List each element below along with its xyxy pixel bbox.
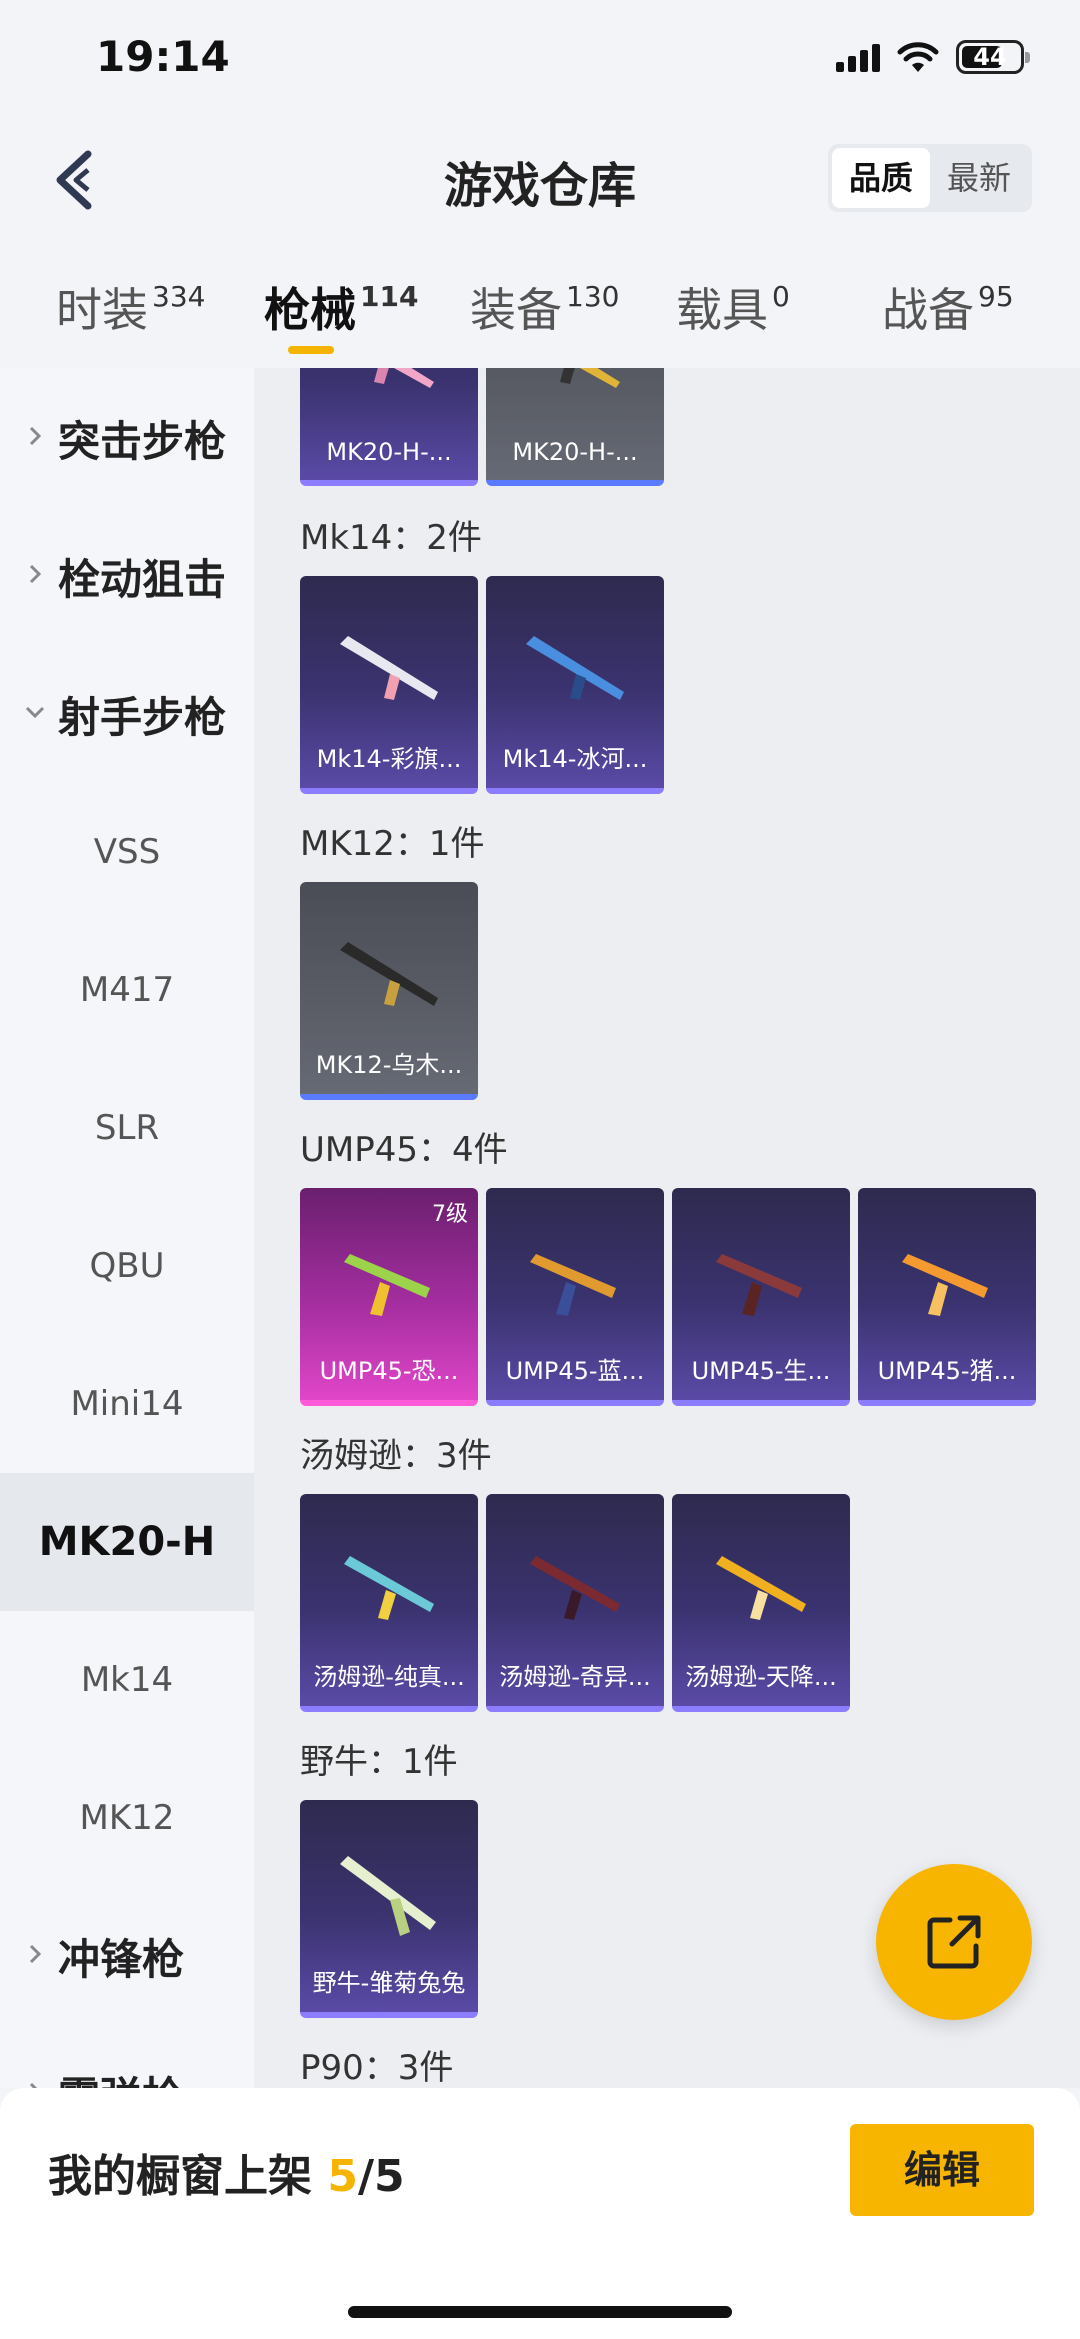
gun-image-icon — [530, 1556, 620, 1620]
sidebar-group-smg[interactable]: 冲锋枪 — [0, 1887, 254, 2025]
item-name: Mk14-冰河... — [502, 745, 648, 773]
status-bar: 19:14 44 — [0, 0, 1080, 120]
gun-image-icon — [340, 942, 438, 1006]
sidebar-item-slr[interactable]: SLR — [0, 1059, 254, 1197]
tab-count: 95 — [978, 280, 1014, 313]
item-name: UMP45-蓝... — [505, 1357, 645, 1385]
showcase-status: 我的橱窗上架 5/5 — [48, 2151, 405, 2202]
item-card[interactable]: Mk14-冰河... — [486, 576, 664, 794]
chevron-right-icon — [29, 2082, 38, 2088]
item-level-badge: 7级 — [432, 1202, 468, 1227]
item-name: MK20-H-... — [512, 438, 638, 466]
status-time: 19:14 — [96, 32, 230, 81]
item-name: UMP45-恐... — [319, 1357, 459, 1385]
signal-icon — [836, 42, 880, 72]
chevron-right-icon — [29, 426, 42, 446]
section-label-mk12: MK12：1件 — [300, 824, 485, 864]
item-name: 野牛-雏菊兔兔 — [312, 1969, 466, 1997]
item-card[interactable]: 野牛-雏菊兔兔 — [300, 1800, 478, 2018]
sidebar-item-m417[interactable]: M417 — [0, 921, 254, 1059]
item-card[interactable]: Mk14-彩旗... — [300, 576, 478, 794]
section-label-p90: P90：3件 — [300, 2048, 454, 2088]
wifi-icon — [897, 42, 939, 72]
item-card[interactable]: UMP45-蓝... — [486, 1188, 664, 1406]
gun-image-icon — [344, 1254, 430, 1316]
item-name: UMP45-生... — [691, 1357, 831, 1385]
gun-image-icon — [902, 1254, 988, 1316]
gun-image-icon — [340, 636, 438, 700]
item-list: MK20-H-... MK20-H-... Mk14：2件 Mk14-彩旗...… — [254, 368, 1080, 2088]
category-tabs: 时装 334 枪械 114 装备 130 载具 0 战备 95 — [0, 260, 1080, 368]
sort-toggle: 品质 最新 — [828, 144, 1032, 212]
tab-vehicles[interactable]: 载具 0 — [676, 274, 790, 340]
gun-image-icon — [716, 1556, 806, 1620]
tab-fashion[interactable]: 时装 334 — [56, 274, 205, 340]
sidebar: 突击步枪 栓动狙击 射手步枪 VSS M417 SLR QBU Mini14 M… — [0, 368, 254, 2088]
gun-image-icon — [526, 636, 624, 700]
battery-level: 44 — [973, 43, 1007, 71]
item-card[interactable]: MK20-H-... — [300, 368, 478, 486]
section-label-thompson: 汤姆逊：3件 — [300, 1436, 492, 1476]
tab-count: 0 — [772, 280, 790, 313]
item-name: MK20-H-... — [326, 438, 452, 466]
battery-icon: 44 — [956, 40, 1030, 74]
item-name: 汤姆逊-奇异... — [499, 1663, 651, 1691]
item-card[interactable]: 汤姆逊-纯真... — [300, 1494, 478, 1712]
sort-quality-button[interactable]: 品质 — [832, 148, 930, 208]
item-name: 汤姆逊-纯真... — [313, 1663, 465, 1691]
item-name: 汤姆逊-天降... — [685, 1663, 837, 1691]
sort-newest-button[interactable]: 最新 — [930, 148, 1028, 208]
tab-count: 114 — [360, 280, 419, 313]
item-name: MK12-乌木... — [315, 1051, 463, 1079]
sidebar-item-mk20h[interactable]: MK20-H — [0, 1473, 254, 1611]
chevron-right-icon — [29, 564, 42, 584]
item-name: UMP45-猪... — [877, 1357, 1017, 1385]
sidebar-group-marksman-rifle[interactable]: 射手步枪 — [0, 645, 254, 783]
item-card[interactable]: UMP45-生... — [672, 1188, 850, 1406]
showcase-count: 5 — [327, 2151, 358, 2202]
edit-button[interactable]: 编辑 — [850, 2124, 1034, 2216]
home-indicator — [348, 2306, 732, 2318]
tab-guns[interactable]: 枪械 114 — [264, 274, 418, 340]
tab-supplies[interactable]: 战备 95 — [882, 274, 1014, 340]
gun-image-icon — [374, 368, 434, 388]
status-icons: 44 — [836, 40, 1030, 74]
sidebar-group-shotgun[interactable]: 霰弹枪 — [0, 2025, 254, 2088]
sidebar-item-vss[interactable]: VSS — [0, 783, 254, 921]
item-card[interactable]: 汤姆逊-奇异... — [486, 1494, 664, 1712]
item-card[interactable]: MK20-H-... — [486, 368, 664, 486]
chevron-right-icon — [29, 1944, 42, 1964]
item-card[interactable]: MK12-乌木... — [300, 882, 478, 1100]
item-card[interactable]: UMP45-猪... — [858, 1188, 1036, 1406]
item-card[interactable]: 7级 UMP45-恐... — [300, 1188, 478, 1406]
gun-image-icon — [716, 1254, 802, 1316]
gun-image-icon — [344, 1556, 434, 1620]
gun-image-icon — [560, 368, 620, 388]
tab-count: 130 — [566, 280, 620, 313]
item-name: Mk14-彩旗... — [316, 745, 462, 773]
sidebar-group-assault-rifle[interactable]: 突击步枪 — [0, 369, 254, 507]
sidebar-group-bolt-sniper[interactable]: 栓动狙击 — [0, 507, 254, 645]
tab-equipment[interactable]: 装备 130 — [470, 274, 619, 340]
item-card[interactable]: 汤姆逊-天降... — [672, 1494, 850, 1712]
sidebar-item-mk12[interactable]: MK12 — [0, 1749, 254, 1887]
sidebar-item-mini14[interactable]: Mini14 — [0, 1335, 254, 1473]
sidebar-item-qbu[interactable]: QBU — [0, 1197, 254, 1335]
active-tab-indicator — [288, 346, 334, 354]
section-label-bison: 野牛：1件 — [300, 1742, 458, 1782]
share-button[interactable] — [876, 1864, 1032, 2020]
gun-image-icon — [530, 1254, 616, 1316]
share-icon — [927, 1915, 981, 1969]
header: 游戏仓库 品质 最新 — [0, 120, 1080, 240]
tab-count: 334 — [152, 280, 206, 313]
sidebar-item-mk14[interactable]: Mk14 — [0, 1611, 254, 1749]
chevron-down-icon — [25, 706, 45, 719]
section-label-mk14: Mk14：2件 — [300, 518, 482, 558]
bottom-bar: 我的橱窗上架 5/5 编辑 — [0, 2088, 1080, 2339]
gun-image-icon — [340, 1856, 436, 1936]
section-label-ump45: UMP45：4件 — [300, 1130, 508, 1170]
